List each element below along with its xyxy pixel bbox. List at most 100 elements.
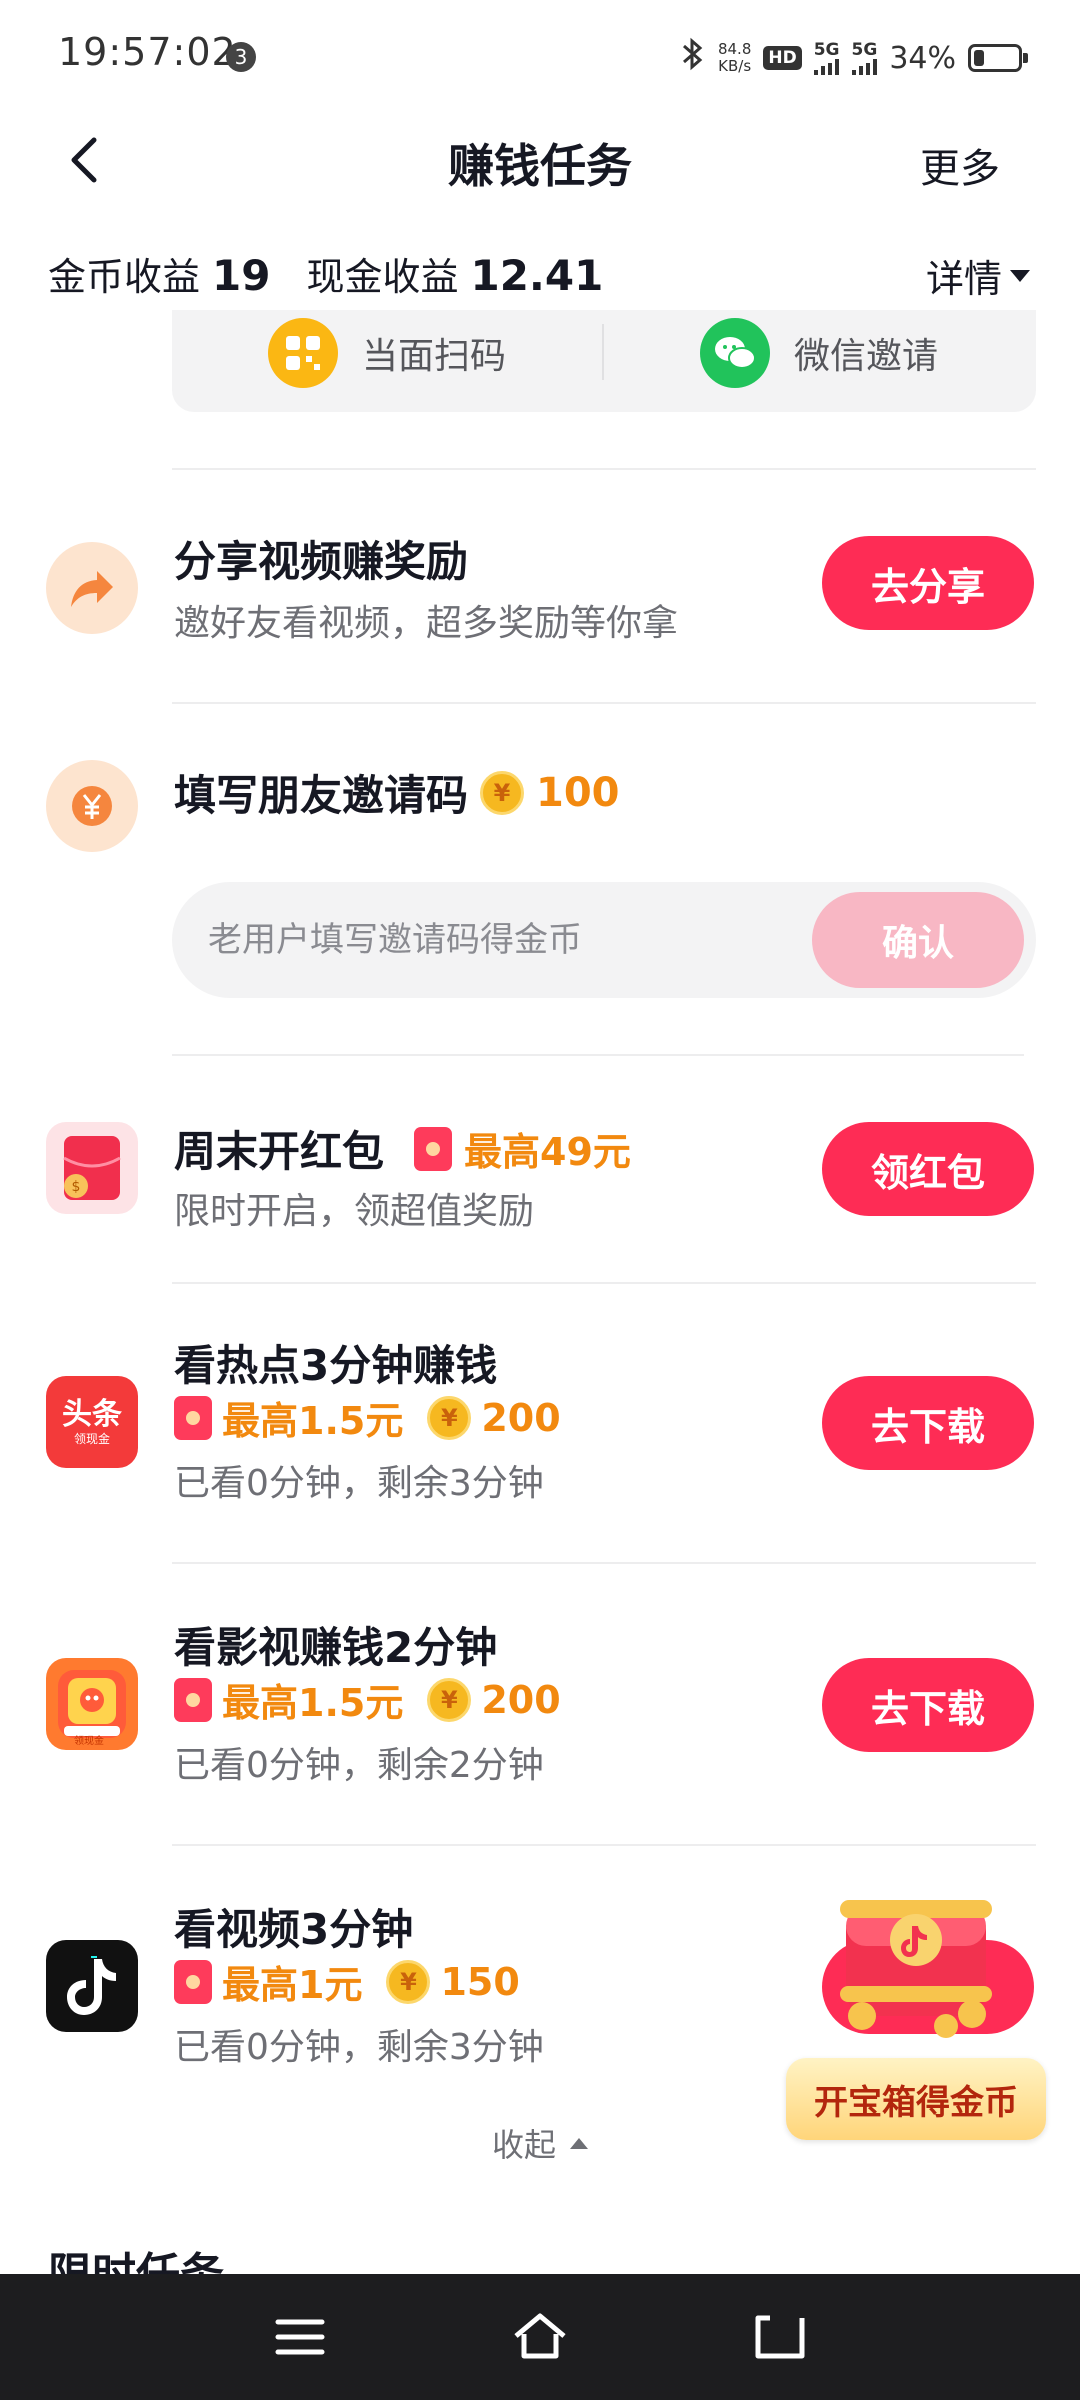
task-subtitle: 邀好友看视频，超多奖励等你拿 xyxy=(174,603,679,644)
bluetooth-icon xyxy=(680,36,706,81)
page-title: 赚钱任务 xyxy=(448,139,632,193)
battery-percent: 34% xyxy=(889,40,956,76)
coin-reward-amount: 100 xyxy=(536,769,620,816)
coin-reward-amount: 200 xyxy=(481,1677,561,1722)
divider xyxy=(172,468,1036,470)
invite-code-input[interactable] xyxy=(208,882,768,998)
notification-badge: 3 xyxy=(226,42,256,72)
go-share-button[interactable]: 去分享 xyxy=(822,536,1034,630)
home-icon[interactable] xyxy=(510,2310,570,2364)
app-icon-subtext: 领现金 xyxy=(74,1736,104,1747)
net-speed-unit: KB/s xyxy=(718,57,752,75)
coin-reward-amount: 150 xyxy=(440,1959,520,2004)
signal-icon-2: 5G xyxy=(851,39,878,75)
gold-coin-icon: ¥ xyxy=(480,770,525,815)
red-envelope-icon xyxy=(414,1126,453,1171)
toutiao-app-icon: 头条 领现金 xyxy=(46,1376,138,1468)
treasure-chest-widget[interactable]: 开宝箱得金币 xyxy=(786,1856,1046,2146)
cash-earnings-label: 现金收益 xyxy=(306,255,459,299)
red-envelope-icon xyxy=(174,1677,212,1722)
earnings-values: 金币收益 19 现金收益 12.41 xyxy=(48,246,639,301)
cash-reward: 最高49元 xyxy=(464,1130,631,1174)
treasure-chest-icon xyxy=(840,1900,992,2038)
network-speed: 84.8 KB/s xyxy=(718,41,751,75)
divider xyxy=(172,1054,1024,1056)
app-icon-text: 头条 xyxy=(62,1397,122,1432)
red-envelope-icon xyxy=(174,1959,212,2004)
details-dropdown[interactable]: 详情 xyxy=(926,248,1030,303)
cash-reward: 最高1元 xyxy=(222,1963,363,2007)
section-title-limited-tasks: 限时任务 xyxy=(48,2240,224,2274)
task-weekend-red-packet: $ 周末开红包 最高49元 限时开启，领超值奖励 领红包 xyxy=(0,1108,1080,1288)
divider xyxy=(172,1844,1036,1846)
coin-earnings-label: 金币收益 xyxy=(48,255,201,299)
status-time: 19:57:02 xyxy=(58,30,237,74)
task-watch-movies: 领现金 看影视赚钱2分钟 最高1.5元 ¥ 200 已看0分钟，剩余2分钟 去下… xyxy=(0,1608,1080,1808)
collapse-label: 收起 xyxy=(491,2126,556,2164)
svg-text:$: $ xyxy=(72,1179,81,1195)
watch-progress: 已看0分钟，剩余3分钟 xyxy=(174,1463,544,1504)
confirm-button[interactable]: 确认 xyxy=(812,892,1024,988)
invite-divider xyxy=(602,324,604,380)
divider xyxy=(172,1562,1036,1564)
download-button[interactable]: 去下载 xyxy=(822,1376,1034,1470)
battery-icon xyxy=(968,44,1028,72)
task-title: 填写朋友邀请码 xyxy=(174,771,469,820)
task-title: 看视频3分钟 xyxy=(174,1905,414,1954)
coin-earnings-value: 19 xyxy=(212,251,271,300)
coin-reward-amount: 200 xyxy=(481,1395,561,1440)
task-share-video: 分享视频赚奖励 邀好友看视频，超多奖励等你拿 去分享 xyxy=(0,520,1080,700)
signal1-label: 5G xyxy=(813,39,840,60)
earnings-summary: 金币收益 19 现金收益 12.41 详情 xyxy=(0,240,1080,306)
task-subtitle: 限时开启，领超值奖励 xyxy=(174,1191,535,1232)
task-title: 周末开红包 xyxy=(174,1127,385,1176)
status-indicators: 84.8 KB/s HD 5G 5G 34% xyxy=(680,36,1028,81)
status-bar: 19:57:02 3 84.8 KB/s HD 5G 5G 34% xyxy=(0,0,1080,112)
qr-code-icon xyxy=(268,318,338,388)
task-watch-hot-news: 头条 领现金 看热点3分钟赚钱 最高1.5元 ¥ 200 已看0分钟，剩余3分钟… xyxy=(0,1326,1080,1526)
scan-qr-invite[interactable]: 当面扫码 xyxy=(268,310,506,396)
system-nav-bar xyxy=(0,2274,1080,2400)
reward-line: 最高1元 ¥ 150 xyxy=(174,1954,520,2009)
app-icon-subtext: 领现金 xyxy=(73,1432,110,1446)
invite-code-field: 确认 xyxy=(172,882,1036,998)
download-button[interactable]: 去下载 xyxy=(822,1658,1034,1752)
watch-progress: 已看0分钟，剩余3分钟 xyxy=(174,2027,544,2068)
wechat-icon xyxy=(700,318,770,388)
task-invite-code: 填写朋友邀请码 ¥ 100 xyxy=(0,740,1080,860)
divider xyxy=(172,1282,1036,1284)
tiktok-app-icon xyxy=(46,1940,138,2032)
reward-line: 最高1.5元 ¥ 200 xyxy=(174,1672,561,1727)
details-label: 详情 xyxy=(925,257,1002,301)
watch-progress: 已看0分钟，剩余2分钟 xyxy=(174,1745,544,1786)
more-button[interactable]: 更多 xyxy=(920,136,1000,194)
divider xyxy=(172,702,1036,704)
gold-coin-icon: ¥ xyxy=(427,1395,472,1440)
hd-icon: HD xyxy=(763,46,802,70)
cash-earnings-value: 12.41 xyxy=(470,251,604,300)
signal2-label: 5G xyxy=(851,39,878,60)
red-envelope-icon xyxy=(174,1395,212,1440)
cash-reward: 最高1.5元 xyxy=(222,1399,404,1443)
back-icon[interactable] xyxy=(750,2310,810,2364)
weekend-title-row: 周末开红包 最高49元 xyxy=(174,1118,631,1179)
signal-icon-1: 5G xyxy=(813,39,840,75)
invite-code-title-row: 填写朋友邀请码 ¥ 100 xyxy=(174,762,620,823)
wechat-invite-label: 微信邀请 xyxy=(794,336,939,377)
caret-up-icon xyxy=(570,2137,588,2149)
nav-header: 赚钱任务 更多 xyxy=(0,112,1080,208)
gold-coin-icon: ¥ xyxy=(386,1959,431,2004)
invite-methods: 当面扫码 微信邀请 xyxy=(172,310,1036,412)
treasure-label: 开宝箱得金币 xyxy=(786,2058,1046,2140)
menu-icon[interactable] xyxy=(270,2310,330,2364)
cash-reward: 最高1.5元 xyxy=(222,1681,404,1725)
red-packet-app-icon: $ xyxy=(46,1122,138,1214)
wechat-invite[interactable]: 微信邀请 xyxy=(700,310,938,396)
gold-coin-icon: ¥ xyxy=(427,1677,472,1722)
claim-red-packet-button[interactable]: 领红包 xyxy=(822,1122,1034,1216)
yuan-coin-icon xyxy=(46,760,138,852)
reward-line: 最高1.5元 ¥ 200 xyxy=(174,1390,561,1445)
caret-down-icon xyxy=(1010,269,1030,282)
scan-qr-label: 当面扫码 xyxy=(362,336,507,377)
task-title: 看影视赚钱2分钟 xyxy=(174,1623,498,1672)
